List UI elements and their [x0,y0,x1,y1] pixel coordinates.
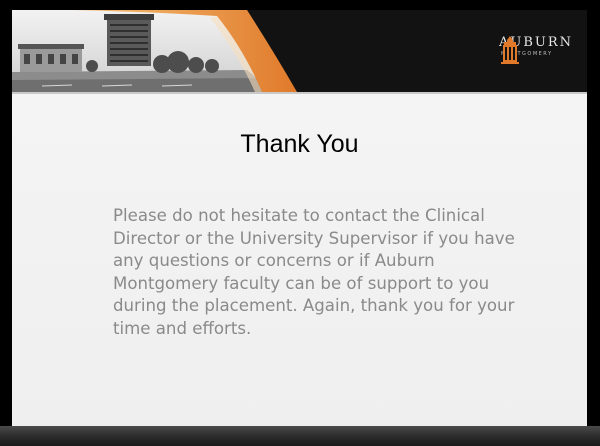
auburn-montgomery-logo: AUBURN MONTGOMERY [499,36,573,64]
slide-title: Thank You [240,130,359,158]
tower-icon [500,36,519,64]
slide: AUBURN MONTGOMERY Thank You Please do no… [0,0,600,446]
slide-content: Thank You Please do not hesitate to cont… [12,92,587,426]
slide-header: AUBURN MONTGOMERY [12,10,587,92]
footer-bar [0,426,600,446]
slide-body-text: Please do not hesitate to contact the Cl… [113,206,515,338]
